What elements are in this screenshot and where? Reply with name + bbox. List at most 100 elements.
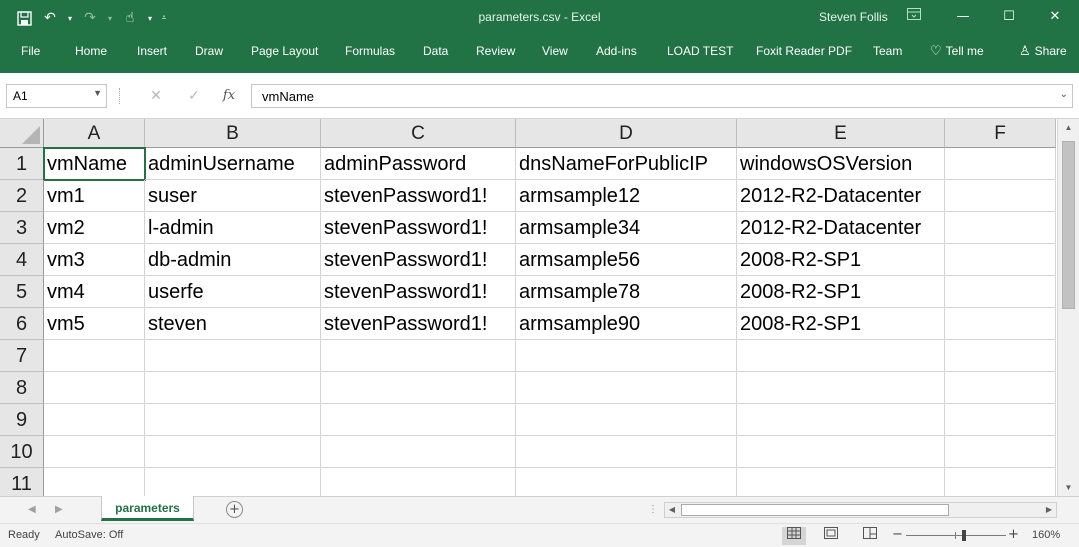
next-sheet-icon[interactable]: ▶ xyxy=(55,504,63,515)
zoom-out-icon[interactable]: − xyxy=(892,527,903,542)
cell-b6[interactable]: steven xyxy=(145,308,321,340)
tab-foxit-reader-pdf[interactable]: Foxit Reader PDF xyxy=(756,44,852,58)
horizontal-scroll-thumb[interactable] xyxy=(681,504,949,516)
page-layout-view-icon[interactable] xyxy=(819,527,843,545)
zoom-level[interactable]: 160% xyxy=(1032,529,1060,541)
cell-e5[interactable]: 2008-R2-SP1 xyxy=(737,276,945,308)
zoom-in-icon[interactable]: + xyxy=(1008,527,1019,542)
cell-e6[interactable]: 2008-R2-SP1 xyxy=(737,308,945,340)
cell-a10[interactable] xyxy=(44,436,145,468)
cell-c4[interactable]: stevenPassword1! xyxy=(321,244,516,276)
cell-f11[interactable] xyxy=(945,468,1056,496)
zoom-slider-thumb[interactable] xyxy=(962,530,966,541)
cell-b7[interactable] xyxy=(145,340,321,372)
cell-f3[interactable] xyxy=(945,212,1056,244)
tab-load-test[interactable]: LOAD TEST xyxy=(667,44,733,58)
insert-function-icon[interactable]: fx xyxy=(219,86,239,106)
row-header-7[interactable]: 7 xyxy=(0,340,44,372)
cell-e11[interactable] xyxy=(737,468,945,496)
cell-d7[interactable] xyxy=(516,340,737,372)
tab-view[interactable]: View xyxy=(542,44,568,58)
cell-f6[interactable] xyxy=(945,308,1056,340)
cell-c2[interactable]: stevenPassword1! xyxy=(321,180,516,212)
scroll-right-icon[interactable]: ▶ xyxy=(1042,503,1056,517)
column-header-c[interactable]: C xyxy=(321,119,516,148)
row-header-3[interactable]: 3 xyxy=(0,212,44,244)
autosave-status[interactable]: AutoSave: Off xyxy=(55,529,123,541)
tab-review[interactable]: Review xyxy=(476,44,515,58)
cell-a11[interactable] xyxy=(44,468,145,496)
cell-d5[interactable]: armsample78 xyxy=(516,276,737,308)
signed-in-user[interactable]: Steven Follis xyxy=(819,10,888,24)
cell-c1[interactable]: adminPassword xyxy=(321,148,516,180)
cell-d6[interactable]: armsample90 xyxy=(516,308,737,340)
previous-sheet-icon[interactable]: ◀ xyxy=(28,504,36,515)
row-header-5[interactable]: 5 xyxy=(0,276,44,308)
column-header-d[interactable]: D xyxy=(516,119,737,148)
cell-a1[interactable]: vmName xyxy=(43,147,146,181)
cell-e10[interactable] xyxy=(737,436,945,468)
page-break-preview-icon[interactable] xyxy=(858,527,882,545)
minimize-icon[interactable]: — xyxy=(953,8,973,26)
cell-b9[interactable] xyxy=(145,404,321,436)
cell-b5[interactable]: userfe xyxy=(145,276,321,308)
worksheet-grid[interactable]: A B C D E F 1 vmName adminUsername adminPassword d… xyxy=(0,119,1056,496)
cell-e4[interactable]: 2008-R2-SP1 xyxy=(737,244,945,276)
formula-input[interactable]: vmName ⌄ xyxy=(251,84,1073,108)
cell-a3[interactable]: vm2 xyxy=(44,212,145,244)
row-header-11[interactable]: 11 xyxy=(0,468,44,496)
cell-b10[interactable] xyxy=(145,436,321,468)
select-all-button[interactable] xyxy=(0,119,44,148)
column-header-b[interactable]: B xyxy=(145,119,321,148)
scroll-down-icon[interactable]: ▼ xyxy=(1058,479,1079,496)
row-header-9[interactable]: 9 xyxy=(0,404,44,436)
column-header-e[interactable]: E xyxy=(737,119,945,148)
row-header-2[interactable]: 2 xyxy=(0,180,44,212)
cell-f4[interactable] xyxy=(945,244,1056,276)
sheet-tab-parameters[interactable]: parameters xyxy=(101,496,194,521)
cell-c3[interactable]: stevenPassword1! xyxy=(321,212,516,244)
new-sheet-icon[interactable]: + xyxy=(226,501,243,518)
cell-c11[interactable] xyxy=(321,468,516,496)
tab-page-layout[interactable]: Page Layout xyxy=(251,44,318,58)
cell-d9[interactable] xyxy=(516,404,737,436)
tab-formulas[interactable]: Formulas xyxy=(345,44,395,58)
cell-c10[interactable] xyxy=(321,436,516,468)
cell-a6[interactable]: vm5 xyxy=(44,308,145,340)
cell-e1[interactable]: windowsOSVersion xyxy=(737,148,945,180)
row-header-6[interactable]: 6 xyxy=(0,308,44,340)
cell-d3[interactable]: armsample34 xyxy=(516,212,737,244)
cell-d8[interactable] xyxy=(516,372,737,404)
cell-e2[interactable]: 2012-R2-Datacenter xyxy=(737,180,945,212)
normal-view-icon[interactable] xyxy=(782,527,806,545)
ribbon-display-options-icon[interactable] xyxy=(904,8,924,26)
cell-a2[interactable]: vm1 xyxy=(44,180,145,212)
cell-f10[interactable] xyxy=(945,436,1056,468)
maximize-icon[interactable]: ☐ xyxy=(999,8,1019,26)
vertical-scroll-thumb[interactable] xyxy=(1062,141,1075,309)
column-header-a[interactable]: A xyxy=(44,119,145,148)
tab-team[interactable]: Team xyxy=(873,44,902,58)
tell-me-box[interactable]: ♡ Tell me xyxy=(930,44,984,59)
cell-a7[interactable] xyxy=(44,340,145,372)
cell-d1[interactable]: dnsNameForPublicIP xyxy=(516,148,737,180)
row-header-1[interactable]: 1 xyxy=(0,148,44,180)
share-button[interactable]: ♙ Share xyxy=(1019,44,1067,59)
tab-draw[interactable]: Draw xyxy=(195,44,223,58)
name-box[interactable]: A1 ▼ xyxy=(6,84,107,108)
cell-d10[interactable] xyxy=(516,436,737,468)
cell-a9[interactable] xyxy=(44,404,145,436)
cell-e9[interactable] xyxy=(737,404,945,436)
cell-f9[interactable] xyxy=(945,404,1056,436)
cell-b2[interactable]: suser xyxy=(145,180,321,212)
cell-c5[interactable]: stevenPassword1! xyxy=(321,276,516,308)
row-header-4[interactable]: 4 xyxy=(0,244,44,276)
cell-d11[interactable] xyxy=(516,468,737,496)
cell-f8[interactable] xyxy=(945,372,1056,404)
cell-f5[interactable] xyxy=(945,276,1056,308)
cell-f2[interactable] xyxy=(945,180,1056,212)
cell-e3[interactable]: 2012-R2-Datacenter xyxy=(737,212,945,244)
formula-bar-grip[interactable] xyxy=(119,88,120,104)
scroll-up-icon[interactable]: ▲ xyxy=(1058,119,1079,136)
cell-d2[interactable]: armsample12 xyxy=(516,180,737,212)
